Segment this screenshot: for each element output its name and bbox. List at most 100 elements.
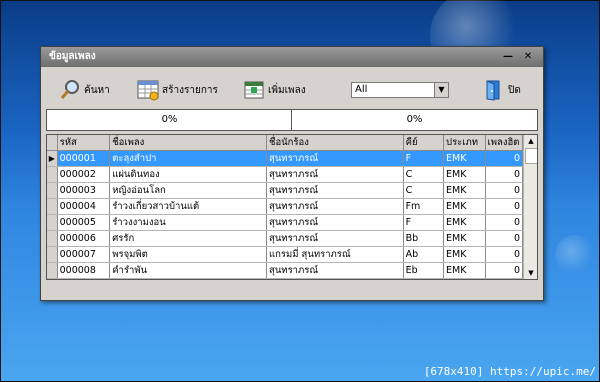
row-indicator[interactable] (47, 214, 58, 231)
cell-hit: 0 (485, 198, 524, 215)
cell-hit: 0 (485, 182, 524, 199)
cell-song-name: ตะลุงสำปา (109, 150, 268, 167)
cell-hit: 0 (485, 166, 524, 183)
exit-door-icon (483, 79, 505, 101)
cell-type: EMK (443, 214, 486, 231)
toolbar: ค้นหา สร้างรายการ เพิ่มเพลง ปิด (41, 71, 543, 107)
column-header-code[interactable]: รหัส (57, 135, 111, 151)
scroll-thumb[interactable] (525, 148, 537, 164)
filter-dropdown[interactable]: All ▼ (351, 82, 449, 98)
cell-code: 000001 (57, 150, 111, 167)
cell-song-name: แผ่นดินทอง (109, 166, 268, 183)
cell-key: Fm (403, 198, 445, 215)
close-label: ปิด (508, 84, 521, 96)
header-indicator (47, 135, 58, 151)
column-header-singer[interactable]: ชื่อนักร้อง (266, 135, 404, 151)
chevron-down-icon[interactable]: ▼ (434, 83, 448, 97)
cell-key: C (403, 166, 445, 183)
cell-song-name: ศรรัก (109, 230, 268, 247)
cell-song-name: คำรำพัน (109, 262, 268, 279)
window-title: ข้อมูลเพลง (49, 51, 96, 62)
table-row[interactable]: 000003 หญิงอ่อนโลก สุนทราภรณ์ C EMK 0 (47, 182, 524, 199)
create-list-button[interactable]: สร้างรายการ (137, 77, 218, 103)
table-row[interactable]: 000008 คำรำพัน สุนทราภรณ์ Eb EMK 0 (47, 262, 524, 279)
cell-hit: 0 (485, 262, 524, 279)
cell-code: 000003 (57, 182, 111, 199)
scroll-up-icon[interactable]: ▲ (524, 135, 537, 147)
close-button[interactable]: ปิด (483, 77, 521, 103)
title-bar[interactable]: ข้อมูลเพลง — ✕ (41, 47, 543, 67)
progress-bar-1: 0% (46, 109, 293, 131)
vertical-scrollbar[interactable]: ▲ ▼ (523, 135, 537, 279)
row-indicator[interactable] (47, 246, 58, 263)
progress-label-1: 0% (161, 114, 178, 125)
table-row[interactable]: ▶ 000001 ตะลุงสำปา สุนทราภรณ์ F EMK 0 (47, 150, 524, 167)
cell-hit: 0 (485, 150, 524, 167)
cell-hit: 0 (485, 214, 524, 231)
add-song-label: เพิ่มเพลง (268, 84, 306, 96)
cell-song-name: พรจุมพิต (109, 246, 268, 263)
cell-code: 000007 (57, 246, 111, 263)
filter-value: All (355, 84, 368, 95)
cell-hit: 0 (485, 230, 524, 247)
cell-song-name: รำวงเกี่ยวสาวบ้านแต้ (109, 198, 268, 215)
minimize-button[interactable]: — (499, 50, 517, 64)
cell-type: EMK (443, 230, 486, 247)
footer-caption: [678x410] https://upic.me/ (0, 362, 600, 382)
search-button[interactable]: ค้นหา (59, 77, 110, 103)
progress-bar-2: 0% (291, 109, 538, 131)
cell-singer: สุนทราภรณ์ (266, 198, 404, 215)
cell-singer: สุนทราภรณ์ (266, 166, 404, 183)
cell-singer: สุนทราภรณ์ (266, 150, 404, 167)
cell-code: 000004 (57, 198, 111, 215)
cell-code: 000006 (57, 230, 111, 247)
cell-song-name: รำวงงามงอน (109, 214, 268, 231)
table-row[interactable]: 000002 แผ่นดินทอง สุนทราภรณ์ C EMK 0 (47, 166, 524, 183)
row-indicator[interactable] (47, 182, 58, 199)
spreadsheet-icon (137, 79, 159, 101)
row-indicator[interactable] (47, 230, 58, 247)
cell-type: EMK (443, 246, 486, 263)
column-header-key[interactable]: คีย์ (403, 135, 445, 151)
table-header-row: รหัส ชื่อเพลง ชื่อนักร้อง คีย์ ประเภท เพ… (47, 135, 524, 151)
song-table: รหัส ชื่อเพลง ชื่อนักร้อง คีย์ ประเภท เพ… (46, 134, 538, 280)
row-indicator[interactable]: ▶ (47, 150, 58, 167)
add-song-button[interactable]: เพิ่มเพลง (243, 77, 306, 103)
column-header-type[interactable]: ประเภท (443, 135, 486, 151)
cell-song-name: หญิงอ่อนโลก (109, 182, 268, 199)
cell-type: EMK (443, 182, 486, 199)
cell-singer: สุนทราภรณ์ (266, 262, 404, 279)
row-indicator[interactable] (47, 166, 58, 183)
close-window-button[interactable]: ✕ (519, 50, 537, 64)
column-header-song-name[interactable]: ชื่อเพลง (109, 135, 268, 151)
column-header-hit[interactable]: เพลงฮิต (485, 135, 524, 151)
row-indicator[interactable] (47, 198, 58, 215)
table-row[interactable]: 000007 พรจุมพิต แกรมมี่ สุนทราภรณ์ Ab EMK 0 (47, 246, 524, 263)
table-row[interactable]: 000005 รำวงงามงอน สุนทราภรณ์ F EMK 0 (47, 214, 524, 231)
cell-type: EMK (443, 150, 486, 167)
cell-key: F (403, 150, 445, 167)
footer-text: [678x410] https://upic.me/ (423, 365, 596, 378)
table-row[interactable]: 000004 รำวงเกี่ยวสาวบ้านแต้ สุนทราภรณ์ Fm EM… (47, 198, 524, 215)
song-data-window: ข้อมูลเพลง — ✕ ค้นหา สร้างรายการ เพิ่มเพ… (40, 46, 544, 301)
cell-singer: สุนทราภรณ์ (266, 182, 404, 199)
create-list-label: สร้างรายการ (162, 84, 218, 96)
cell-type: EMK (443, 198, 486, 215)
cell-singer: สุนทราภรณ์ (266, 230, 404, 247)
cell-code: 000002 (57, 166, 111, 183)
cell-type: EMK (443, 166, 486, 183)
cell-key: F (403, 214, 445, 231)
cell-type: EMK (443, 262, 486, 279)
cell-code: 000005 (57, 214, 111, 231)
cell-code: 000008 (57, 262, 111, 279)
table-row[interactable]: 000006 ศรรัก สุนทราภรณ์ Bb EMK 0 (47, 230, 524, 247)
cell-singer: สุนทราภรณ์ (266, 214, 404, 231)
magnifier-icon (59, 79, 81, 101)
row-indicator[interactable] (47, 262, 58, 279)
add-row-icon (243, 79, 265, 101)
cell-key: Eb (403, 262, 445, 279)
scroll-down-icon[interactable]: ▼ (524, 267, 537, 279)
cell-key: C (403, 182, 445, 199)
progress-label-2: 0% (406, 114, 423, 125)
cell-hit: 0 (485, 246, 524, 263)
